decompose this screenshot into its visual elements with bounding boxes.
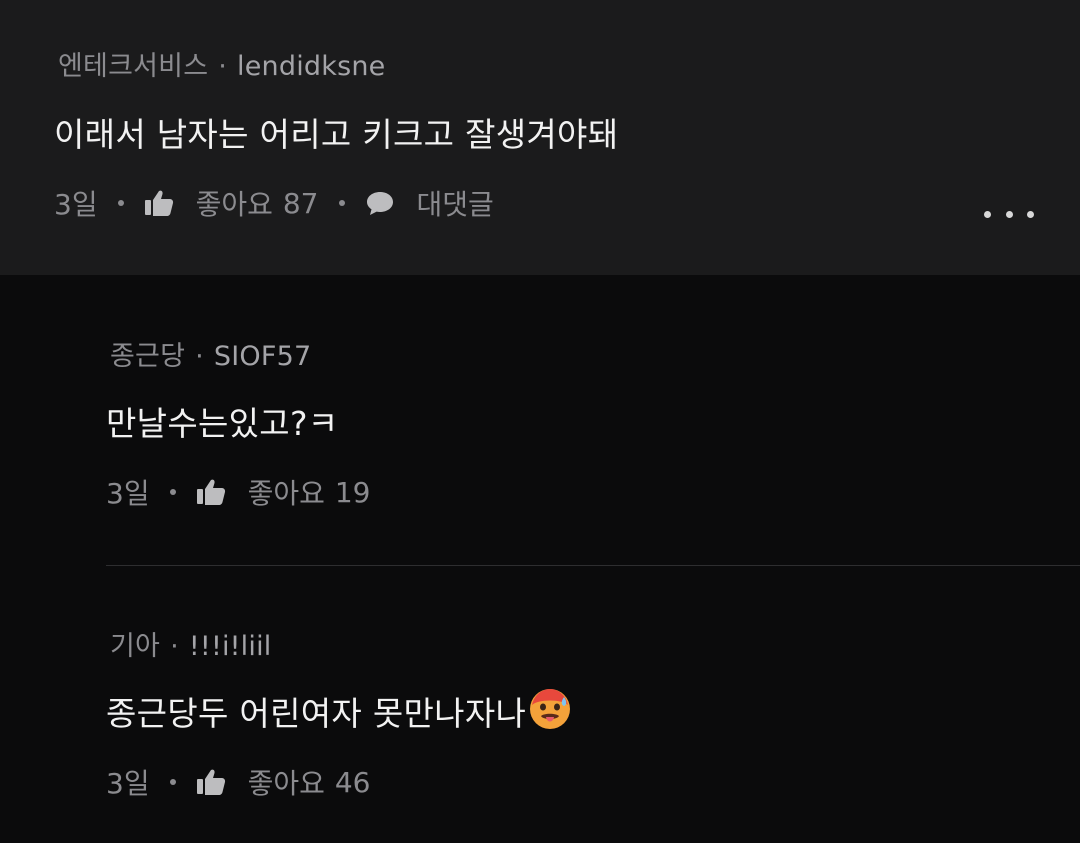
- separator-dot: ·: [218, 51, 228, 82]
- thumbs-up-icon: [144, 189, 174, 217]
- author-nickname: 엔테크서비스: [58, 51, 209, 82]
- reply-text: 종근당두 어린여자 못만나자나: [106, 694, 527, 733]
- like-count: 19: [334, 475, 371, 509]
- separator-dot: ·: [170, 631, 179, 662]
- reply-actions: 3일 좋아요 19: [106, 472, 371, 512]
- reply-author[interactable]: 종근당 · SIOF57: [110, 334, 311, 373]
- reply-button[interactable]: 대댓글: [365, 183, 494, 223]
- reply-time: 3일: [106, 767, 150, 800]
- separator-dot: [117, 200, 124, 206]
- separator-dot: [169, 779, 176, 785]
- author-user-id: lendidksne: [237, 51, 386, 82]
- reply-actions: 3일 좋아요 46: [106, 762, 371, 802]
- reply-text-row: 종근당두 어린여자 못만나자나: [106, 687, 572, 739]
- like-button[interactable]: 좋아요 46: [196, 762, 371, 802]
- thumbs-up-icon: [196, 768, 226, 796]
- reply-divider: [106, 565, 1080, 566]
- more-options-button[interactable]: [984, 200, 1034, 228]
- like-label: 좋아요: [247, 767, 325, 800]
- more-horizontal-icon-dot: [1027, 210, 1034, 218]
- speech-bubble-icon: [365, 189, 395, 217]
- comment-text: 이래서 남자는 어리고 키크고 잘생겨야돼: [54, 115, 619, 154]
- reply-text: 만날수는있고?ㅋ: [106, 404, 339, 443]
- like-label: 좋아요: [195, 188, 273, 221]
- like-label: 좋아요: [247, 477, 325, 510]
- reply-time: 3일: [106, 477, 150, 510]
- like-count: 87: [282, 186, 319, 220]
- reply-label: 대댓글: [416, 188, 494, 221]
- author-user-id: SIOF57: [213, 341, 312, 372]
- comment-time: 3일: [54, 188, 98, 221]
- comment-thread: 엔테크서비스 · lendidksne 이래서 남자는 어리고 키크고 잘생겨야돼 …: [0, 0, 1080, 843]
- like-button[interactable]: 좋아요 87: [144, 183, 319, 223]
- separator-dot: ·: [195, 341, 204, 372]
- like-button[interactable]: 좋아요 19: [196, 472, 371, 512]
- thumbs-up-icon: [196, 478, 226, 506]
- author-nickname: 기아: [110, 631, 161, 662]
- top-comment: 엔테크서비스 · lendidksne 이래서 남자는 어리고 키크고 잘생겨야돼 …: [0, 0, 1080, 275]
- author-nickname: 종근당: [110, 341, 186, 372]
- comment-author[interactable]: 엔테크서비스 · lendidksne: [58, 44, 385, 83]
- separator-dot: [169, 489, 176, 495]
- hot-face-emoji: [528, 687, 572, 739]
- more-horizontal-icon: [984, 210, 991, 218]
- separator-dot: [338, 200, 345, 206]
- like-count: 46: [334, 765, 371, 799]
- more-horizontal-icon-dot: [1005, 210, 1013, 218]
- reply-author[interactable]: 기아 · !!!i!liil: [110, 624, 272, 663]
- author-user-id: !!!i!liil: [188, 631, 272, 662]
- comment-actions: 3일 좋아요 87 대댓글: [54, 183, 494, 223]
